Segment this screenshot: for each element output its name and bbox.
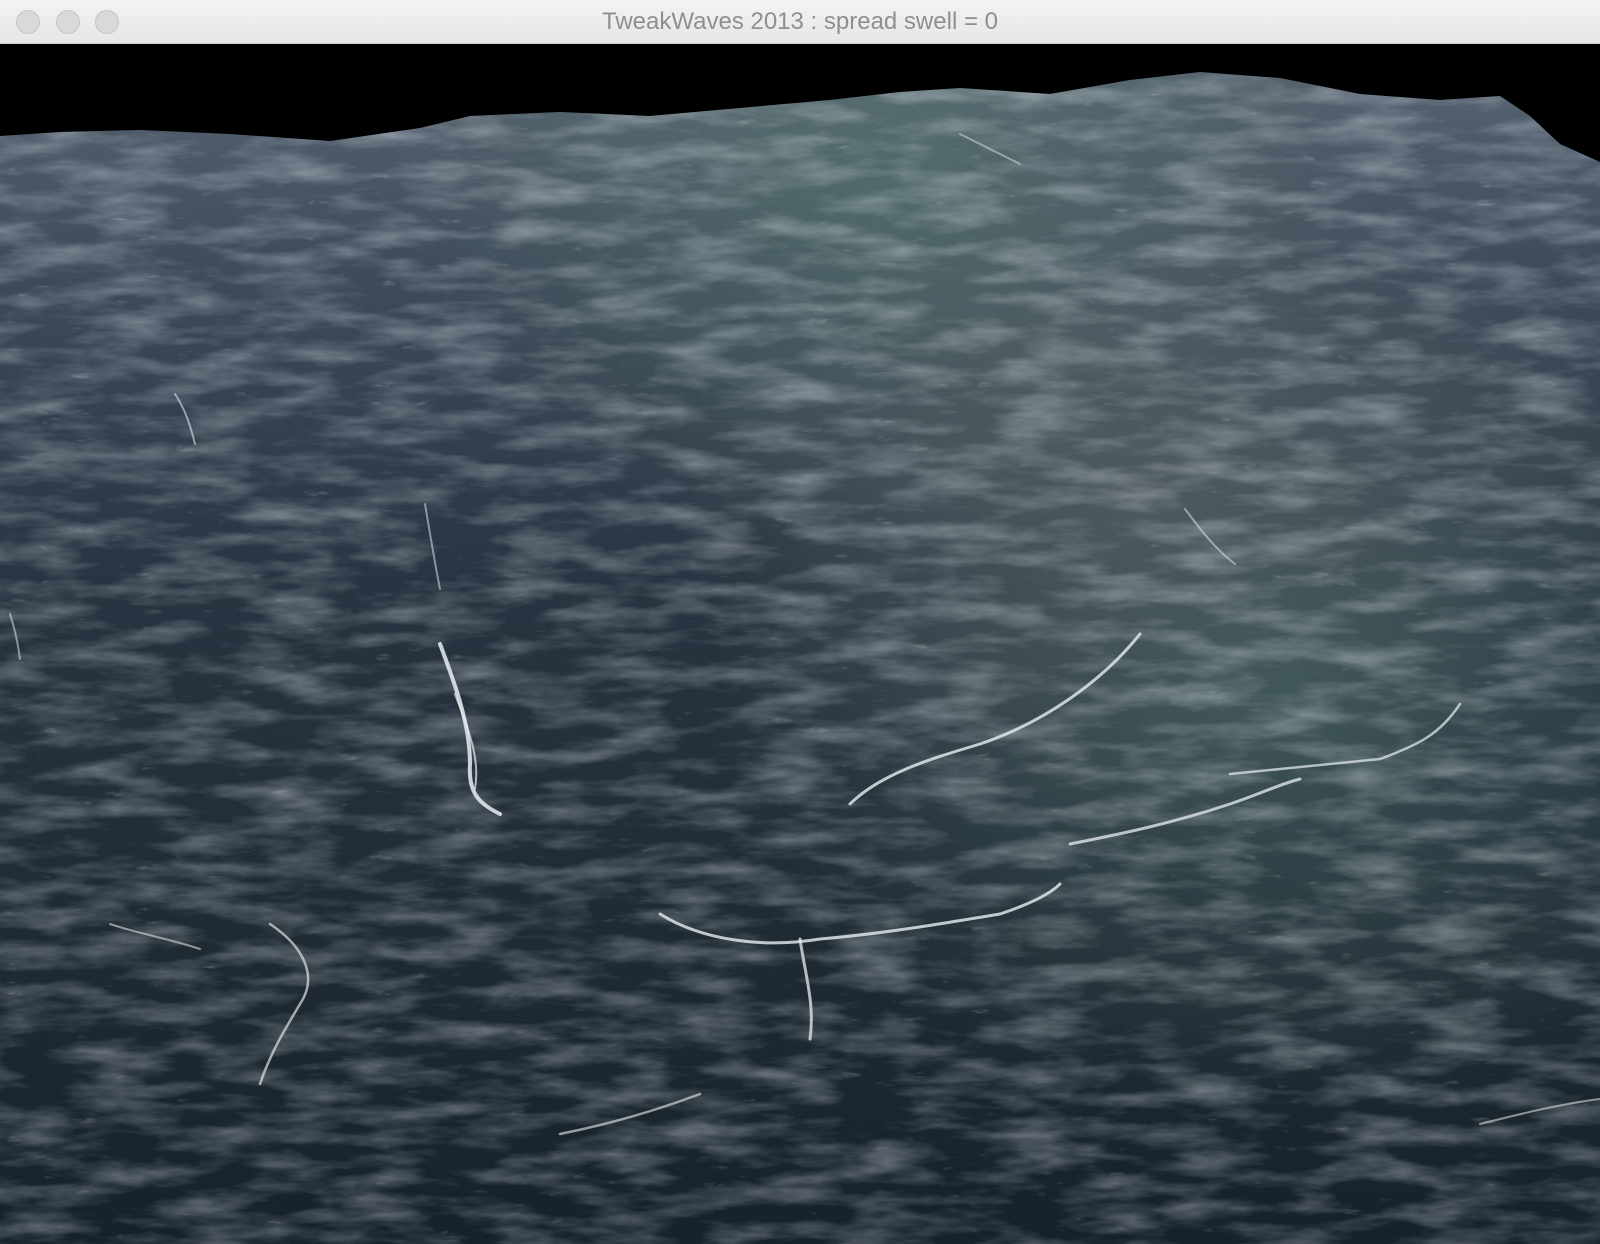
- title-bar[interactable]: TweakWaves 2013 : spread swell = 0: [0, 0, 1600, 44]
- ocean-surface-render: [0, 44, 1600, 1244]
- ocean-render-viewport[interactable]: [0, 44, 1600, 1244]
- app-window: TweakWaves 2013 : spread swell = 0: [0, 0, 1600, 1244]
- window-title: TweakWaves 2013 : spread swell = 0: [602, 8, 998, 35]
- ocean-water: [0, 72, 1600, 1244]
